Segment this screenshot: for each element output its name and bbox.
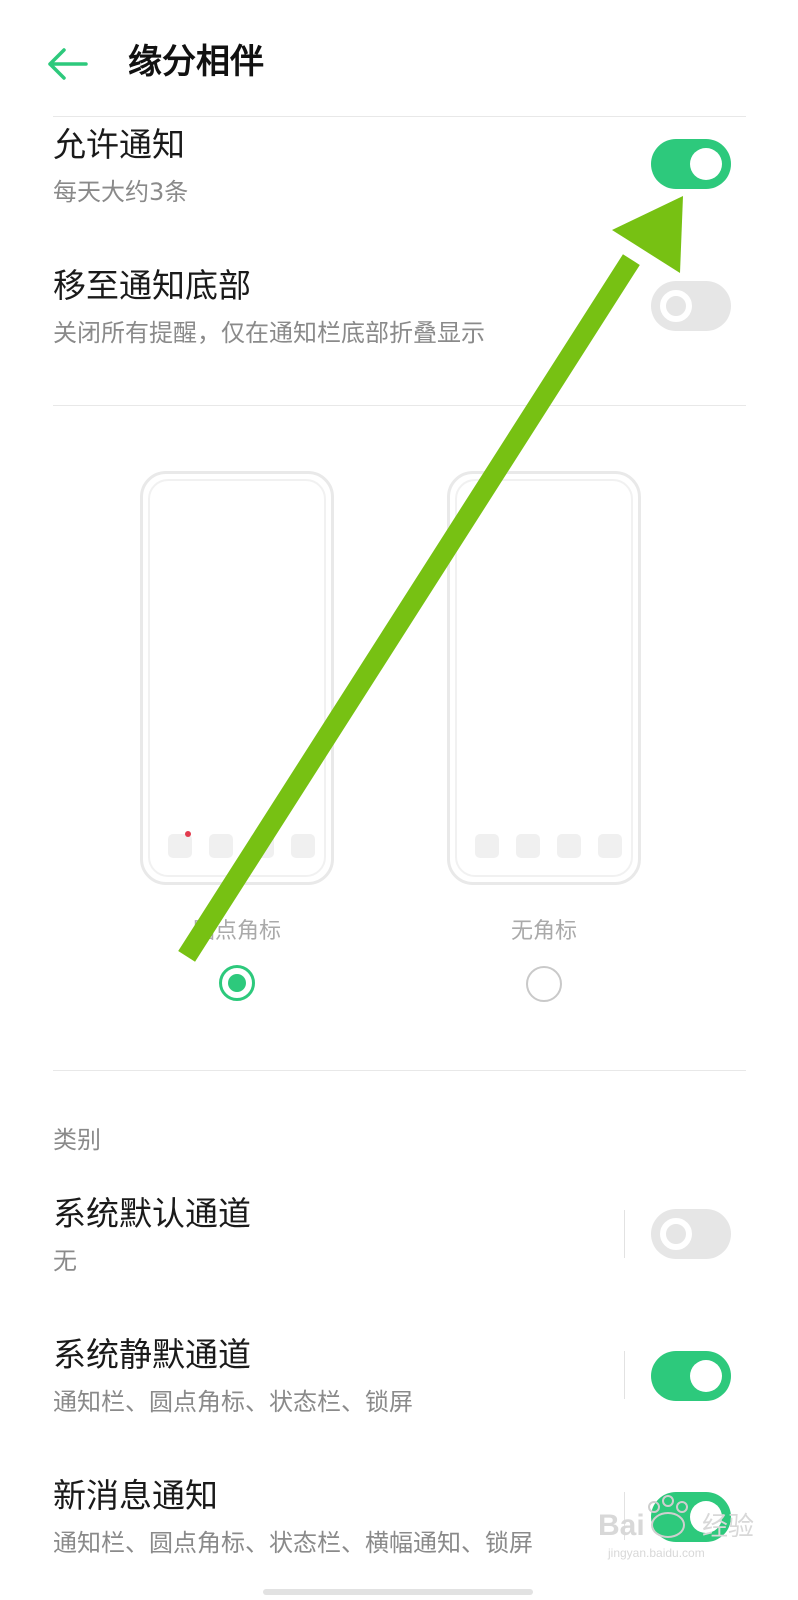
app-icon-placeholder — [598, 834, 622, 858]
badge-dot-radio[interactable] — [219, 965, 255, 1001]
category-subtitle: 无 — [53, 1247, 77, 1275]
section-divider — [53, 405, 746, 406]
vertical-separator — [624, 1351, 625, 1399]
category-title: 系统静默通道 — [53, 1335, 251, 1374]
badge-option-label: 圆点角标 — [192, 919, 281, 944]
svg-text:Bai: Bai — [598, 1509, 645, 1542]
svg-text:jingyan.baidu.com: jingyan.baidu.com — [607, 1546, 705, 1560]
move-to-bottom-row[interactable]: 移至通知底部 关闭所有提醒，仅在通知栏底部折叠显示 — [53, 265, 485, 349]
category-toggle[interactable] — [651, 1209, 731, 1259]
page-title: 缘分相伴 — [128, 42, 264, 82]
allow-notifications-row[interactable]: 允许通知 每天大约3条 — [53, 124, 188, 208]
allow-notifications-title: 允许通知 — [53, 125, 185, 164]
section-divider — [53, 1070, 746, 1071]
app-icon-placeholder — [557, 834, 581, 858]
category-row[interactable]: 系统默认通道 无 — [53, 1193, 251, 1277]
allow-notifications-toggle[interactable] — [651, 139, 731, 189]
category-subtitle: 通知栏、圆点角标、状态栏、横幅通知、锁屏 — [53, 1529, 533, 1557]
move-to-bottom-title: 移至通知底部 — [53, 266, 251, 305]
vertical-separator — [624, 1210, 625, 1258]
app-icon-placeholder — [516, 834, 540, 858]
app-icon-placeholder — [291, 834, 315, 858]
app-icon-placeholder — [250, 834, 274, 858]
category-toggle[interactable] — [651, 1492, 731, 1542]
badge-dot-icon — [185, 831, 191, 837]
category-row[interactable]: 系统静默通道 通知栏、圆点角标、状态栏、锁屏 — [53, 1334, 413, 1418]
categories-label: 类别 — [53, 1126, 101, 1154]
vertical-separator — [624, 1492, 625, 1540]
category-title: 系统默认通道 — [53, 1194, 251, 1233]
category-toggle[interactable] — [651, 1351, 731, 1401]
no-badge-preview[interactable] — [447, 471, 641, 885]
category-subtitle: 通知栏、圆点角标、状态栏、锁屏 — [53, 1388, 413, 1416]
app-icon-placeholder — [168, 834, 192, 858]
move-to-bottom-subtitle: 关闭所有提醒，仅在通知栏底部折叠显示 — [53, 319, 485, 347]
badge-dot-preview[interactable] — [140, 471, 334, 885]
app-icon-placeholder — [209, 834, 233, 858]
no-badge-option-label: 无角标 — [510, 919, 577, 944]
header-divider — [53, 116, 746, 117]
move-to-bottom-toggle[interactable] — [651, 281, 731, 331]
no-badge-radio[interactable] — [526, 966, 562, 1002]
home-indicator[interactable] — [263, 1589, 533, 1595]
app-icon-placeholder — [475, 834, 499, 858]
allow-notifications-subtitle: 每天大约3条 — [53, 178, 189, 206]
arrow-left-icon[interactable] — [44, 44, 90, 84]
category-row[interactable]: 新消息通知 通知栏、圆点角标、状态栏、横幅通知、锁屏 — [53, 1475, 533, 1559]
category-title: 新消息通知 — [53, 1476, 218, 1515]
